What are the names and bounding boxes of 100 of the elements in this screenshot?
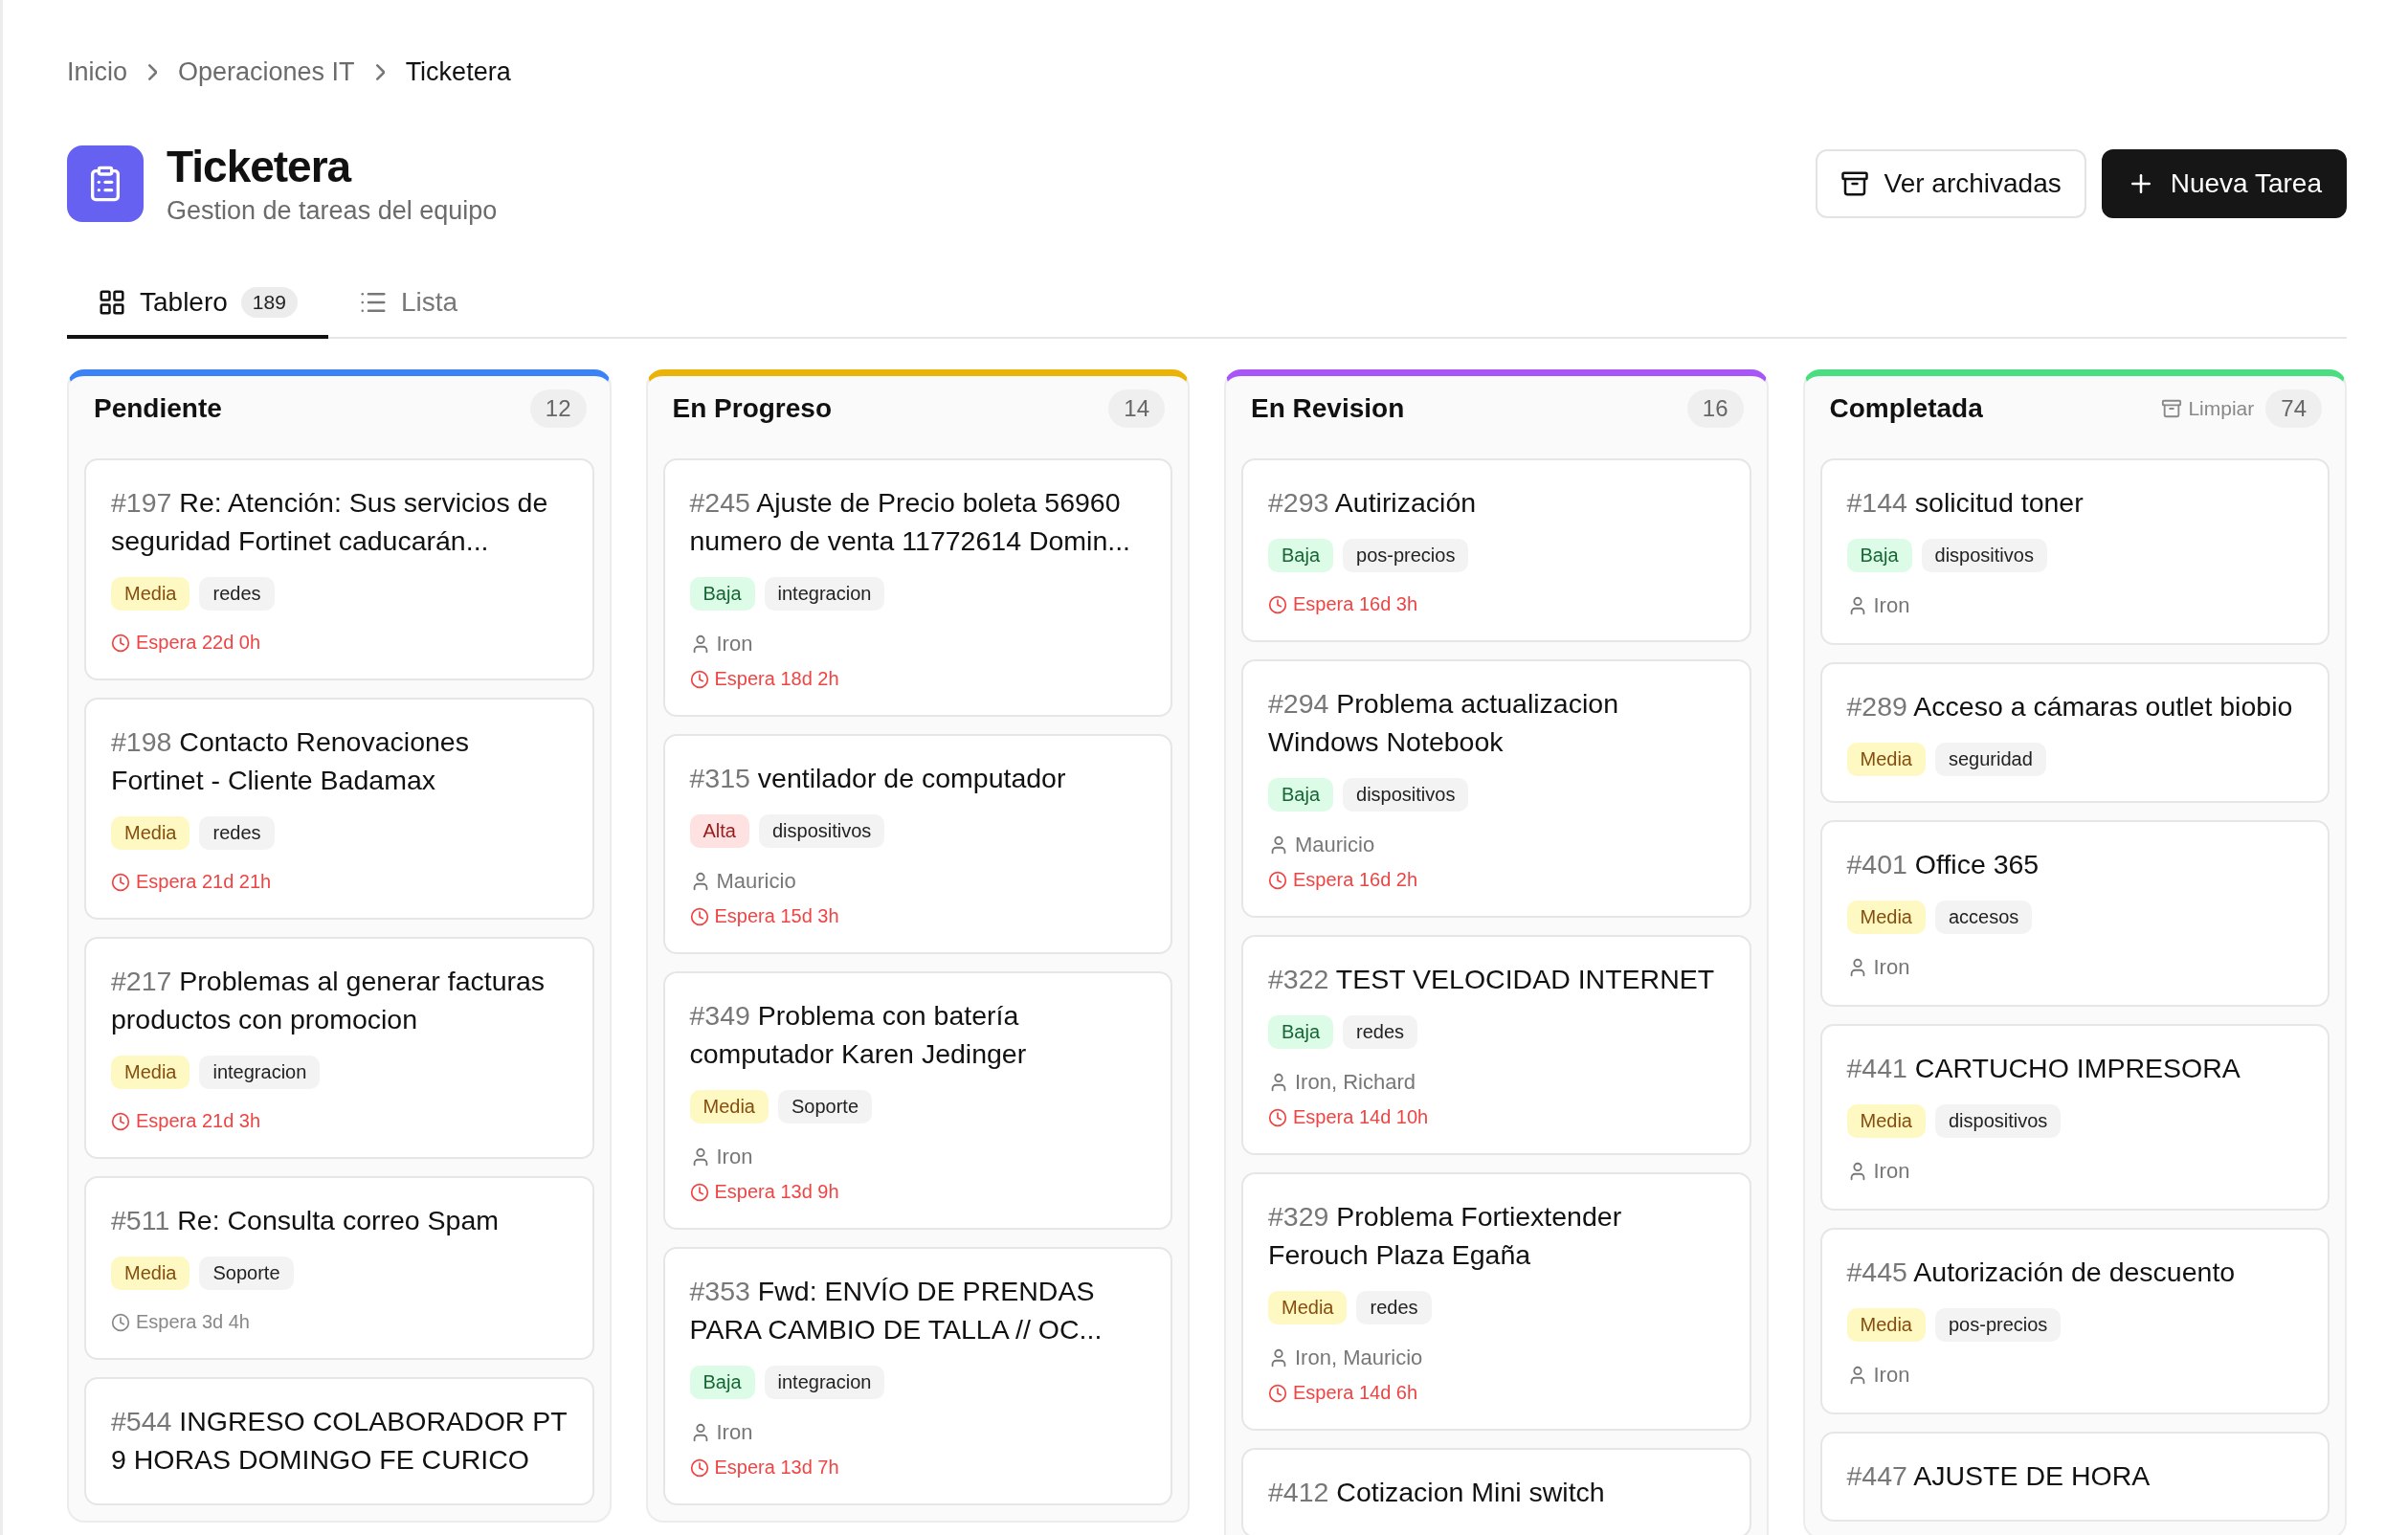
ticket-title: #441 CARTUCHO IMPRESORA <box>1846 1052 2241 1085</box>
ticket-card[interactable]: #217 Problemas al generar facturas productos con promocion Media integracion Espera 21d 3h <box>84 937 594 1159</box>
ticket-title: #544 INGRESO COLABORADOR PT 9 HORAS DOMINGO FE CURICO <box>111 1405 568 1477</box>
ticket-card[interactable]: #315 ventilador de computador Alta dispositivos Mauricio Espera 15d 3h <box>662 734 1172 954</box>
priority-tag: Alta <box>689 814 749 848</box>
ticket-title: #445 Autorización de descuento <box>1846 1256 2237 1289</box>
view-tab[interactable]: Lista <box>327 270 489 339</box>
ticket-card[interactable]: #441 CARTUCHO IMPRESORA Media dispositivos Iron <box>1819 1024 2330 1211</box>
priority-tag: Media <box>689 1090 769 1123</box>
ticket-card[interactable]: #144 solicitud toner Baja dispositivos Iron <box>1819 458 2330 645</box>
view-tab[interactable]: Tablero 189 <box>67 270 328 339</box>
category-tag: integracion <box>199 1056 321 1089</box>
ticket-card[interactable]: #198 Contacto Renovaciones Fortinet - Cliente Badamax Media redes Espera 21d 21h <box>84 698 594 920</box>
new-task-button[interactable]: Nueva Tarea <box>2101 148 2347 218</box>
category-tag: redes <box>199 816 275 850</box>
ticket-title: #293 Autirización <box>1268 486 1478 520</box>
clock-icon <box>689 669 709 689</box>
breadcrumb-link[interactable]: Inicio <box>67 57 128 87</box>
ticket-card[interactable]: #544 INGRESO COLABORADOR PT 9 HORAS DOMINGO FE CURICO <box>84 1377 594 1505</box>
assignee: Mauricio <box>1295 833 1375 857</box>
ticket-title: #245 Ajuste de Precio boleta 56960 numero de venta 11772614 Domin... <box>689 486 1132 558</box>
assignee: Iron <box>716 1420 753 1445</box>
column-title: Pendiente <box>94 393 222 424</box>
ticket-title: #329 Problema Fortiextender Ferouch Plaza Egaña <box>1268 1200 1623 1272</box>
clock-icon <box>1268 1383 1287 1403</box>
wait-time: Espera 16d 3h <box>1293 593 1418 615</box>
ticket-card[interactable]: #289 Acceso a cámaras outlet biobio Media seguridad <box>1819 662 2330 803</box>
count-badge: 16 <box>1686 389 1744 428</box>
ticket-card[interactable]: #401 Office 365 Media accesos Iron <box>1819 820 2330 1007</box>
ticket-card[interactable]: #294 Problema actualizacion Windows Notebook Baja dispositivos Mauricio Espera 16d 2h <box>1241 659 1751 918</box>
wait-time: Espera 22d 0h <box>136 632 261 654</box>
clock-icon <box>689 1457 709 1478</box>
ticket-title: #401 Office 365 <box>1846 848 2040 881</box>
chevron-right-icon <box>148 64 158 80</box>
ticket-card[interactable]: #322 TEST VELOCIDAD INTERNET Baja redes Iron, Richard Espera 14d 10h <box>1241 935 1751 1155</box>
column-title: En Revision <box>1251 393 1405 424</box>
clock-icon <box>111 633 130 653</box>
ticket-title: #349 Problema con batería computador Karen Jedinger <box>689 999 1028 1071</box>
category-tag: Soporte <box>199 1257 294 1290</box>
ticket-title: #294 Problema actualizacion Windows Notebook <box>1268 687 1619 759</box>
ticket-title: #447 AJUSTE DE HORA <box>1846 1459 2152 1493</box>
priority-tag: Media <box>1846 1308 1926 1342</box>
count-badge: 14 <box>1108 389 1165 428</box>
wait-time: Espera 14d 10h <box>1293 1106 1429 1128</box>
clock-icon <box>689 1182 709 1202</box>
wait-time: Espera 21d 3h <box>136 1110 261 1132</box>
priority-tag: Baja <box>1268 1015 1334 1049</box>
priority-tag: Media <box>1846 901 1926 934</box>
ticket-title: #144 solicitud toner <box>1846 486 2085 520</box>
clipboard-icon <box>67 145 144 222</box>
breadcrumb-link[interactable]: Operaciones IT <box>178 57 355 87</box>
priority-tag: Media <box>1846 743 1926 776</box>
priority-tag: Media <box>111 1056 190 1089</box>
clock-icon <box>111 872 130 892</box>
archived-button[interactable]: Ver archivadas <box>1815 148 2086 218</box>
category-tag: redes <box>199 577 275 611</box>
ticket-card[interactable]: #293 Autirización Baja pos-precios Espera 16d 3h <box>1241 458 1751 642</box>
count-badge: 74 <box>2265 389 2322 428</box>
ticket-title: #315 ventilador de computador <box>689 762 1067 795</box>
ticket-card[interactable]: #245 Ajuste de Precio boleta 56960 numero de venta 11772614 Domin... Baja integracion Iron Espera 18d 2h <box>662 458 1172 717</box>
category-tag: Soporte <box>778 1090 873 1123</box>
category-tag: dispositivos <box>1935 1104 2062 1138</box>
ticket-card[interactable]: #511 Re: Consulta correo Spam Media Soporte Espera 3d 4h <box>84 1176 594 1360</box>
priority-tag: Baja <box>1268 778 1334 812</box>
clock-icon <box>689 906 709 926</box>
ticket-card[interactable]: #447 AJUSTE DE HORA <box>1819 1432 2330 1522</box>
chevron-right-icon <box>375 64 385 80</box>
breadcrumb-link[interactable]: Ticketera <box>405 57 511 87</box>
clock-icon <box>1268 1107 1287 1127</box>
ticket-title: #289 Acceso a cámaras outlet biobio <box>1846 690 2294 723</box>
assignee: Iron <box>1873 593 1910 618</box>
wait-time: Espera 3d 4h <box>136 1311 250 1333</box>
category-tag: pos-precios <box>1343 539 1469 572</box>
assignee: Iron <box>1873 1363 1910 1388</box>
count-badge: 12 <box>529 389 587 428</box>
page-title: Ticketera <box>167 141 352 192</box>
ticket-card[interactable]: #197 Re: Atención: Sus servicios de seguridad Fortinet caducarán... Media redes Espera 22d 0h <box>84 458 594 680</box>
ticket-card[interactable]: #412 Cotizacion Mini switch <box>1241 1448 1751 1535</box>
ticket-card[interactable]: #349 Problema con batería computador Karen Jedinger Media Soporte Iron Espera 13d 9h <box>662 971 1172 1230</box>
wait-time: Espera 15d 3h <box>714 905 839 927</box>
clock-icon <box>1268 870 1287 890</box>
assignee: Iron, Richard <box>1295 1070 1416 1095</box>
grid-icon <box>98 288 126 317</box>
ticket-title: #322 TEST VELOCIDAD INTERNET <box>1268 963 1716 996</box>
ticket-card[interactable]: #353 Fwd: ENVÍO DE PRENDAS PARA CAMBIO DE TALLA // OC... Baja integracion Iron Espera 13d 7h <box>662 1247 1172 1505</box>
ticket-card[interactable]: #445 Autorización de descuento Media pos-precios Iron <box>1819 1228 2330 1414</box>
ticket-card[interactable]: #329 Problema Fortiextender Ferouch Plaza Egaña Media redes Iron, Mauricio Espera 14d 6h <box>1241 1172 1751 1431</box>
category-tag: dispositivos <box>758 814 885 848</box>
ticket-title: #412 Cotizacion Mini switch <box>1268 1476 1606 1509</box>
clock-icon <box>111 1111 130 1131</box>
category-tag: redes <box>1356 1291 1432 1324</box>
count-badge: 189 <box>240 287 298 318</box>
category-tag: integracion <box>764 577 885 611</box>
category-tag: dispositivos <box>1921 539 2047 572</box>
category-tag: dispositivos <box>1343 778 1469 812</box>
page-subtitle: Gestion de tareas del equipo <box>167 196 498 226</box>
column-title: En Progreso <box>672 393 832 424</box>
category-tag: accesos <box>1935 901 2033 934</box>
priority-tag: Media <box>1268 1291 1348 1324</box>
assignee: Mauricio <box>716 869 796 894</box>
